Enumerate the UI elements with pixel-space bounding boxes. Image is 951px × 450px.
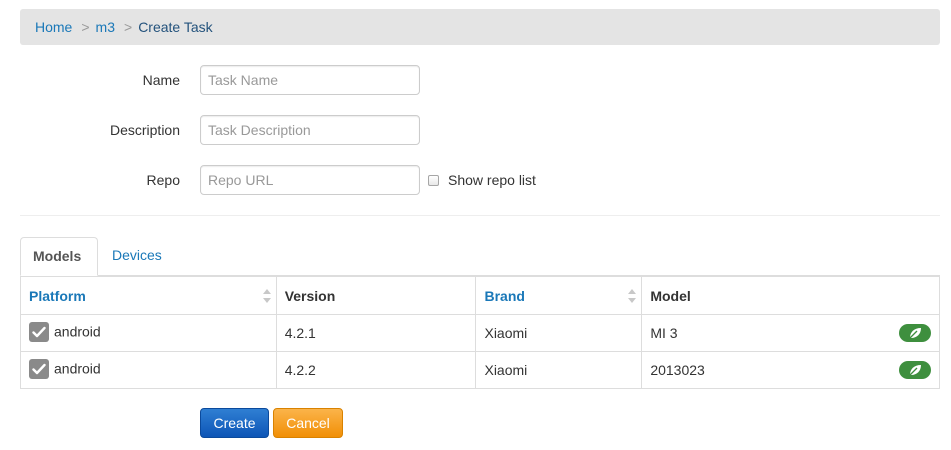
- cell-platform: android: [20, 314, 277, 352]
- column-header-version: Version: [275, 276, 477, 315]
- task-name-input[interactable]: [200, 65, 420, 95]
- description-label: Description: [109, 122, 180, 138]
- tab-bar: Models Devices: [20, 237, 940, 276]
- column-header-model: Model: [641, 276, 940, 315]
- breadcrumb-current: Create Task: [138, 19, 213, 35]
- form-divider: [20, 215, 940, 216]
- breadcrumb: Home > m3 > Create Task: [20, 9, 940, 45]
- table-row[interactable]: android 4.2.2 Xiaomi 2013023: [20, 351, 940, 389]
- platform-value: android: [54, 323, 101, 340]
- cell-model: MI 3: [641, 314, 940, 352]
- column-header-platform[interactable]: Platform: [20, 276, 277, 315]
- tab-models[interactable]: Models: [20, 237, 98, 276]
- cell-brand: Xiaomi: [475, 351, 643, 389]
- sort-icon: [628, 289, 637, 303]
- table-header-row: Platform Version Brand Model: [20, 276, 940, 315]
- platform-value: android: [54, 360, 101, 377]
- name-row: Name: [0, 65, 951, 95]
- table-row[interactable]: android 4.2.1 Xiaomi MI 3: [20, 314, 940, 352]
- show-repo-list-toggle[interactable]: Show repo list: [428, 165, 536, 195]
- checkmark-icon: [32, 363, 46, 375]
- column-header-label: Brand: [484, 287, 525, 304]
- row-checkbox[interactable]: [29, 359, 49, 379]
- cell-version: 4.2.2: [275, 351, 477, 389]
- cell-version: 4.2.1: [275, 314, 477, 352]
- leaf-button[interactable]: [899, 361, 931, 379]
- breadcrumb-separator: >: [81, 19, 90, 35]
- cell-platform: android: [20, 351, 277, 389]
- leaf-icon: [908, 365, 921, 376]
- column-header-label: Platform: [29, 287, 86, 304]
- column-header-label: Version: [284, 287, 336, 304]
- column-header-label: Model: [650, 287, 691, 304]
- show-repo-list-label[interactable]: Show repo list: [448, 172, 536, 188]
- name-label: Name: [142, 72, 180, 88]
- column-header-brand[interactable]: Brand: [475, 276, 643, 315]
- show-repo-list-checkbox[interactable]: [428, 174, 439, 186]
- task-description-input[interactable]: [200, 115, 420, 145]
- repo-url-input[interactable]: [200, 165, 420, 195]
- breadcrumb-home-link[interactable]: Home: [35, 19, 72, 35]
- leaf-button[interactable]: [899, 324, 931, 342]
- repo-label: Repo: [146, 172, 180, 188]
- cancel-button[interactable]: Cancel: [273, 408, 343, 438]
- model-value: MI 3: [650, 325, 678, 341]
- tab-devices[interactable]: Devices: [100, 237, 174, 276]
- leaf-icon: [908, 328, 921, 339]
- cell-model: 2013023: [641, 351, 940, 389]
- model-value: 2013023: [650, 362, 705, 378]
- repo-row: Repo Show repo list: [0, 165, 951, 195]
- description-row: Description: [0, 115, 951, 145]
- breadcrumb-m3-link[interactable]: m3: [96, 19, 115, 35]
- sort-icon: [262, 289, 271, 303]
- create-button[interactable]: Create: [200, 408, 269, 438]
- models-table: Platform Version Brand Model android 4.2…: [20, 276, 940, 389]
- row-checkbox[interactable]: [29, 322, 49, 342]
- cell-brand: Xiaomi: [475, 314, 643, 352]
- breadcrumb-separator: >: [124, 19, 133, 35]
- checkmark-icon: [32, 326, 46, 338]
